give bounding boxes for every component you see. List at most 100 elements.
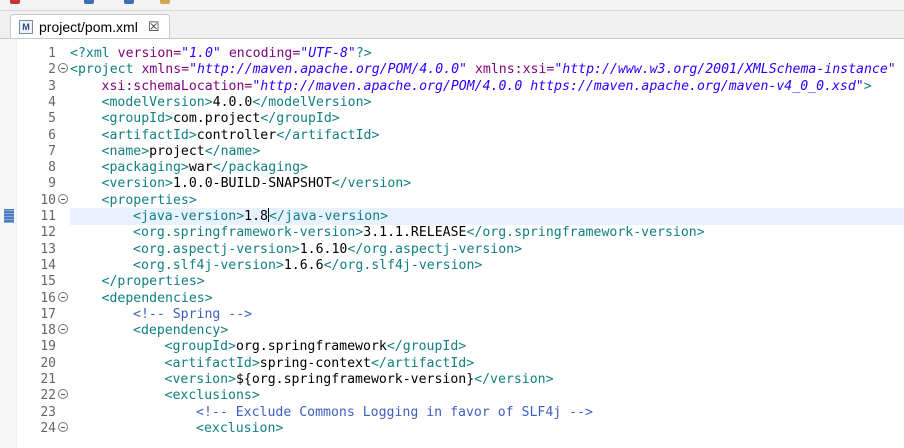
syntax-token: <groupId> [164, 339, 236, 355]
code-line[interactable]: 3 xsi:schemaLocation="http://maven.apache… [0, 78, 904, 95]
code-text: <packaging>war</packaging> [102, 159, 308, 176]
code-line-area[interactable]: <version>1.0.0-BUILD-SNAPSHOT</version> [70, 175, 904, 192]
line-number: 16 [40, 290, 56, 306]
close-tab-icon[interactable]: ☒ [148, 19, 160, 35]
code-line[interactable]: 1 <?xml version="1.0" encoding="UTF-8"?> [0, 45, 904, 62]
syntax-token: spring-context [259, 355, 371, 371]
code-line-area[interactable]: <groupId>com.project</groupId> [70, 110, 904, 127]
code-text: <java-version>1.8</java-version> [133, 208, 388, 225]
code-line-area[interactable]: <org.springframework-version>3.1.1.RELEA… [70, 224, 904, 241]
syntax-token: > [863, 78, 872, 94]
code-line[interactable]: 11 <java-version>1.8</java-version> [0, 208, 904, 225]
code-line[interactable]: 5 <groupId>com.project</groupId> [0, 110, 904, 127]
syntax-token: version= [117, 46, 182, 61]
code-line-area[interactable]: <properties> [70, 192, 904, 209]
code-line-area[interactable]: <modelVersion>4.0.0</modelVersion> [70, 94, 904, 111]
line-number: 20 [40, 355, 56, 371]
code-line[interactable]: 8 <packaging>war</packaging> [0, 159, 904, 176]
code-line[interactable]: 21 <version>${org.springframework-version… [0, 371, 904, 388]
syntax-token: controller [196, 127, 277, 143]
code-line-area[interactable]: <!-- Spring --> [70, 306, 904, 323]
code-text: <artifactId>controller</artifactId> [102, 127, 380, 144]
code-line[interactable]: 10 <properties> [0, 192, 904, 209]
code-line-area[interactable]: <!-- Exclude Commons Logging in favor of… [70, 404, 904, 421]
top-toolbar-strip [0, 0, 904, 11]
code-line-area[interactable]: <packaging>war</packaging> [70, 159, 904, 176]
code-text: <org.springframework-version>3.1.1.RELEA… [133, 224, 705, 241]
code-line[interactable]: 2 <project xmlns="http://maven.apache.org… [0, 61, 904, 78]
code-line-area[interactable]: <exclusion> [70, 420, 904, 437]
line-number: 4 [48, 94, 56, 110]
syntax-token: </org.aspectj-version> [347, 241, 523, 257]
syntax-token: <org.springframework-version> [133, 225, 364, 241]
syntax-token: <properties> [101, 192, 197, 208]
code-line-area[interactable]: <?xml version="1.0" encoding="UTF-8"?> [70, 45, 904, 62]
code-text: <properties> [102, 192, 197, 209]
fold-collapse-icon[interactable] [58, 324, 68, 335]
code-line-area[interactable]: <artifactId>spring-context</artifactId> [70, 355, 904, 372]
occurrence-marker-icon [4, 209, 14, 223]
fold-collapse-icon[interactable] [58, 193, 68, 204]
fold-collapse-icon[interactable] [58, 421, 68, 432]
syntax-token: "http://maven.apache.org/POM/4.0.0 https… [252, 78, 864, 94]
fold-collapse-icon[interactable] [58, 389, 68, 400]
code-text: <name>project</name> [102, 143, 261, 160]
code-line[interactable]: 24 <exclusion> [0, 420, 904, 437]
xml-source-editor[interactable]: 1 <?xml version="1.0" encoding="UTF-8"?> 2… [0, 39, 904, 448]
syntax-token: <!-- Spring --> [133, 306, 253, 322]
code-line[interactable]: 7 <name>project</name> [0, 143, 904, 160]
code-line[interactable]: 23 <!-- Exclude Commons Logging in favor … [0, 404, 904, 421]
syntax-token: </org.springframework-version> [466, 225, 705, 241]
code-text: <project xmlns="http://maven.apache.org/… [70, 61, 896, 78]
line-number: 22 [40, 388, 56, 404]
code-line[interactable]: 22 <exclusions> [0, 387, 904, 404]
code-line-area[interactable]: <name>project</name> [70, 143, 904, 160]
code-text: <dependency> [133, 322, 228, 339]
syntax-token: </modelVersion> [252, 94, 372, 110]
code-line[interactable]: 19 <groupId>org.springframework</groupId> [0, 338, 904, 355]
syntax-token: "UTF-8" [300, 46, 356, 61]
code-line[interactable]: 4 <modelVersion>4.0.0</modelVersion> [0, 94, 904, 111]
toolbar-partial-icon [84, 0, 94, 4]
code-line-area[interactable]: <org.aspectj-version>1.6.10</org.aspectj… [70, 241, 904, 258]
editor-tab-bar: M project/pom.xml ☒ [0, 11, 904, 39]
fold-collapse-icon[interactable] [58, 291, 68, 302]
editor-tab-pom-xml[interactable]: M project/pom.xml ☒ [10, 14, 170, 38]
line-number: 17 [40, 306, 56, 322]
maven-file-icon: M [19, 19, 33, 34]
code-line-area[interactable]: <exclusions> [70, 387, 904, 404]
code-line-area[interactable]: <artifactId>controller</artifactId> [70, 127, 904, 144]
code-line[interactable]: 14 <org.slf4j-version>1.6.6</org.slf4j-ve… [0, 257, 904, 274]
code-line-area[interactable]: <project xmlns="http://maven.apache.org/… [70, 61, 904, 78]
code-line-area[interactable]: <dependency> [70, 322, 904, 339]
code-line[interactable]: 20 <artifactId>spring-context</artifactId… [0, 355, 904, 372]
syntax-token: ${org.springframework-version} [235, 372, 475, 387]
code-line[interactable]: 18 <dependency> [0, 322, 904, 339]
code-line[interactable]: 9 <version>1.0.0-BUILD-SNAPSHOT</version> [0, 175, 904, 192]
code-text: <dependencies> [102, 290, 213, 307]
code-line[interactable]: 12 <org.springframework-version>3.1.1.REL… [0, 224, 904, 241]
fold-collapse-icon[interactable] [58, 63, 68, 74]
code-line-area[interactable]: <dependencies> [70, 290, 904, 307]
syntax-token: <name> [101, 143, 150, 159]
syntax-token: org.springframework [235, 339, 387, 355]
syntax-token: </properties> [101, 274, 205, 290]
syntax-token: ?> [355, 46, 372, 61]
code-line[interactable]: 13 <org.aspectj-version>1.6.10</org.aspec… [0, 241, 904, 258]
code-text: <!-- Spring --> [133, 306, 252, 323]
code-line-area[interactable]: <java-version>1.8</java-version> [70, 208, 904, 225]
code-line[interactable]: 16 <dependencies> [0, 290, 904, 307]
syntax-token: <artifactId> [101, 127, 197, 143]
code-line[interactable]: 6 <artifactId>controller</artifactId> [0, 127, 904, 144]
code-line-area[interactable]: <org.slf4j-version>1.6.6</org.slf4j-vers… [70, 257, 904, 274]
code-line-area[interactable]: <groupId>org.springframework</groupId> [70, 338, 904, 355]
code-text: <!-- Exclude Commons Logging in favor of… [196, 404, 593, 421]
syntax-token: xmlns= [141, 62, 190, 78]
code-line[interactable]: 15 </properties> [0, 273, 904, 290]
code-line-area[interactable]: xsi:schemaLocation="http://maven.apache.… [70, 78, 904, 95]
code-line-area[interactable]: </properties> [70, 273, 904, 290]
code-text: <modelVersion>4.0.0</modelVersion> [102, 94, 372, 111]
code-text: <org.slf4j-version>1.6.6</org.slf4j-vers… [133, 257, 482, 274]
code-line[interactable]: 17 <!-- Spring --> [0, 306, 904, 323]
code-line-area[interactable]: <version>${org.springframework-version}<… [70, 371, 904, 388]
